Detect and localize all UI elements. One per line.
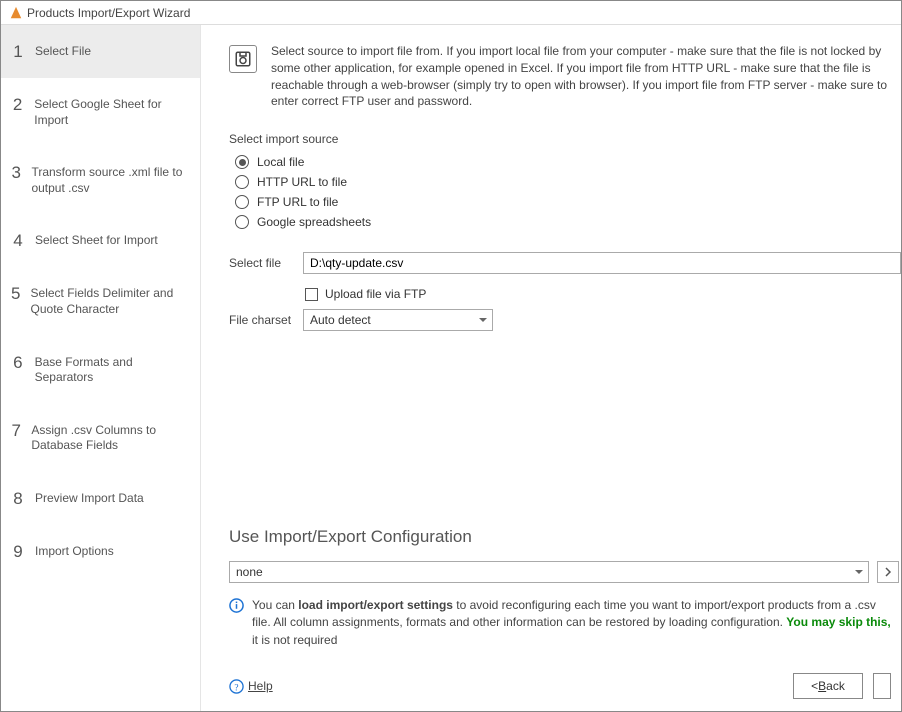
wizard-step-1[interactable]: 1 Select File [1,25,200,78]
wizard-steps-sidebar: 1 Select File 2 Select Google Sheet for Imp… [1,25,201,711]
step-label: Select Fields Delimiter and Quote Charac… [31,285,190,317]
wizard-step-5[interactable]: 5 Select Fields Delimiter and Quote Chara… [1,267,200,335]
step-number: 3 [11,164,21,181]
help-label: Help [248,679,273,693]
file-charset-label: File charset [229,313,293,327]
step-label: Import Options [35,543,114,560]
app-icon [9,6,23,20]
import-source-label: Select import source [229,132,901,146]
wizard-step-9[interactable]: 9 Import Options [1,525,200,578]
step-number: 8 [11,490,25,507]
chevron-down-icon [855,570,863,574]
step-label: Preview Import Data [35,490,144,507]
radio-icon[interactable] [235,195,249,209]
import-source-radio-group: Local file HTTP URL to file FTP URL to fil… [235,152,901,232]
select-file-label: Select file [229,256,293,270]
step-number: 2 [11,96,24,113]
window-title: Products Import/Export Wizard [27,6,190,20]
upload-ftp-checkbox[interactable] [305,288,318,301]
file-charset-value: Auto detect [310,313,371,327]
disk-icon [229,45,257,73]
file-charset-select[interactable]: Auto detect [303,309,493,331]
source-option-label: HTTP URL to file [257,175,347,189]
wizard-step-4[interactable]: 4 Select Sheet for Import [1,214,200,267]
radio-icon[interactable] [235,175,249,189]
info-icon [229,598,244,613]
source-option-label: FTP URL to file [257,195,338,209]
select-file-input[interactable] [303,252,901,274]
step-label: Assign .csv Columns to Database Fields [31,422,190,454]
step-number: 7 [11,422,21,439]
upload-ftp-label: Upload file via FTP [325,287,426,301]
source-option-1[interactable]: HTTP URL to file [235,172,901,192]
step-number: 6 [11,354,25,371]
step-number: 5 [11,285,21,302]
back-button[interactable]: < Back [793,673,863,699]
wizard-step-8[interactable]: 8 Preview Import Data [1,472,200,525]
config-value: none [236,565,263,579]
config-tip: You can load import/export settings to a… [229,597,901,649]
wizard-footer: ? Help < Back [229,661,901,711]
step-number: 4 [11,232,25,249]
radio-icon[interactable] [235,215,249,229]
chevron-down-icon [479,318,487,322]
source-option-0[interactable]: Local file [235,152,901,172]
source-option-label: Google spreadsheets [257,215,371,229]
step-number: 9 [11,543,25,560]
config-select[interactable]: none [229,561,869,583]
source-option-label: Local file [257,155,304,169]
wizard-step-2[interactable]: 2 Select Google Sheet for Import [1,78,200,146]
step-label: Select File [35,43,91,60]
main-panel: Select source to import file from. If yo… [201,25,901,711]
next-button-partial[interactable] [873,673,891,699]
step-label: Select Sheet for Import [35,232,158,249]
step-label: Select Google Sheet for Import [34,96,190,128]
help-icon: ? [229,679,244,694]
chevron-right-icon [883,567,893,577]
wizard-step-3[interactable]: 3 Transform source .xml file to output .c… [1,146,200,214]
radio-icon[interactable] [235,155,249,169]
wizard-step-7[interactable]: 7 Assign .csv Columns to Database Fields [1,404,200,472]
wizard-step-6[interactable]: 6 Base Formats and Separators [1,336,200,404]
step-label: Base Formats and Separators [35,354,190,386]
upload-ftp-checkbox-row[interactable]: Upload file via FTP [229,287,901,301]
source-option-2[interactable]: FTP URL to file [235,192,901,212]
info-text: Select source to import file from. If yo… [271,43,901,110]
config-heading: Use Import/Export Configuration [229,527,901,547]
config-more-button[interactable] [877,561,899,583]
step-number: 1 [11,43,25,60]
step-label: Transform source .xml file to output .cs… [31,164,190,196]
source-option-3[interactable]: Google spreadsheets [235,212,901,232]
svg-text:?: ? [234,683,238,693]
help-link[interactable]: ? Help [229,679,273,694]
window-titlebar: Products Import/Export Wizard [1,1,901,25]
